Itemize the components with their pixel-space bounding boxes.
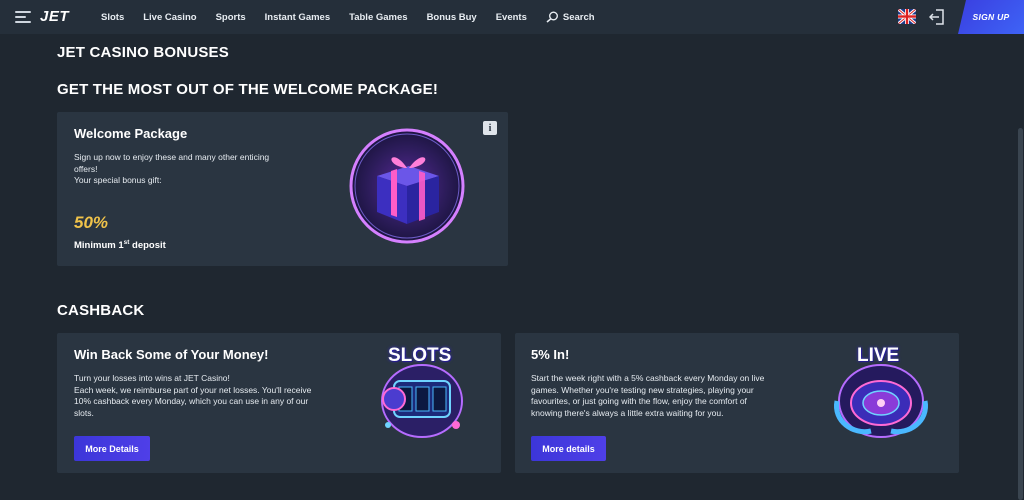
welcome-card-description: Sign up now to enjoy these and many othe… bbox=[74, 152, 314, 187]
deposit-suffix: deposit bbox=[129, 240, 166, 252]
cashback-card-title: Win Back Some of Your Money! bbox=[74, 347, 269, 362]
live-badge-label: LIVE bbox=[857, 345, 900, 366]
welcome-text-line: Sign up now to enjoy these and many othe… bbox=[74, 152, 270, 162]
deposit-prefix: Minimum 1 bbox=[74, 240, 124, 252]
scrollbar-thumb[interactable] bbox=[1018, 128, 1023, 500]
deposit-requirement: Minimum 1st deposit bbox=[74, 239, 166, 251]
more-details-button[interactable]: More Details bbox=[74, 436, 150, 461]
live-badge-icon: LIVE bbox=[823, 345, 939, 441]
search-button[interactable]: Search bbox=[546, 11, 595, 23]
description-line: Turn your losses into wins at JET Casino… bbox=[74, 373, 230, 383]
nav-item-sports[interactable]: Sports bbox=[216, 12, 246, 23]
slots-badge-label: SLOTS bbox=[388, 345, 452, 366]
cashback-card-description: Turn your losses into wins at JET Casino… bbox=[74, 373, 364, 419]
welcome-text-line: Your special bonus gift: bbox=[74, 175, 162, 185]
welcome-section-heading: GET THE MOST OUT OF THE WELCOME PACKAGE! bbox=[57, 81, 439, 98]
cashback-card-title: 5% In! bbox=[531, 347, 570, 362]
description-line: slots. bbox=[74, 407, 94, 418]
more-details-button[interactable]: More details bbox=[531, 436, 606, 461]
signup-button[interactable]: SIGN UP bbox=[958, 0, 1024, 34]
welcome-text-line: offers! bbox=[74, 163, 98, 174]
description-line: Start the week right with a 5% cashback … bbox=[531, 373, 765, 383]
search-icon bbox=[546, 11, 558, 23]
description-line: games. Whether you're testing new strate… bbox=[531, 384, 754, 395]
info-button[interactable]: i bbox=[483, 121, 497, 135]
main-nav: Slots Live Casino Sports Instant Games T… bbox=[101, 0, 595, 34]
logo[interactable]: JET bbox=[40, 8, 69, 25]
gift-box-icon bbox=[347, 126, 467, 246]
description-line: favourites, or just going with the flow,… bbox=[531, 396, 747, 406]
bonus-percent: 50% bbox=[74, 213, 109, 232]
uk-flag-icon[interactable] bbox=[898, 9, 916, 24]
nav-item-table-games[interactable]: Table Games bbox=[349, 12, 407, 23]
search-label: Search bbox=[562, 11, 595, 23]
nav-item-bonus-buy[interactable]: Bonus Buy bbox=[427, 12, 477, 23]
page-title: JET CASINO BONUSES bbox=[57, 44, 229, 61]
nav-item-events[interactable]: Events bbox=[496, 12, 527, 23]
nav-item-instant-games[interactable]: Instant Games bbox=[265, 12, 330, 23]
nav-item-slots[interactable]: Slots bbox=[101, 12, 124, 23]
hamburger-menu-icon[interactable] bbox=[15, 11, 31, 24]
cashback-card-description: Start the week right with a 5% cashback … bbox=[531, 373, 811, 419]
welcome-card-title: Welcome Package bbox=[74, 126, 188, 141]
login-icon[interactable] bbox=[928, 9, 945, 30]
description-line: Each week, we reimburse part of your net… bbox=[74, 384, 312, 395]
description-line: 10% cashback every Monday, which you can… bbox=[74, 396, 309, 406]
nav-item-live-casino[interactable]: Live Casino bbox=[143, 12, 196, 23]
slots-badge-icon: SLOTS bbox=[366, 345, 478, 441]
top-navigation-bar: JET Slots Live Casino Sports Instant Gam… bbox=[0, 0, 1024, 34]
description-line: knowing there's always a little extra wa… bbox=[531, 407, 724, 418]
cashback-section-heading: CASHBACK bbox=[57, 302, 145, 319]
